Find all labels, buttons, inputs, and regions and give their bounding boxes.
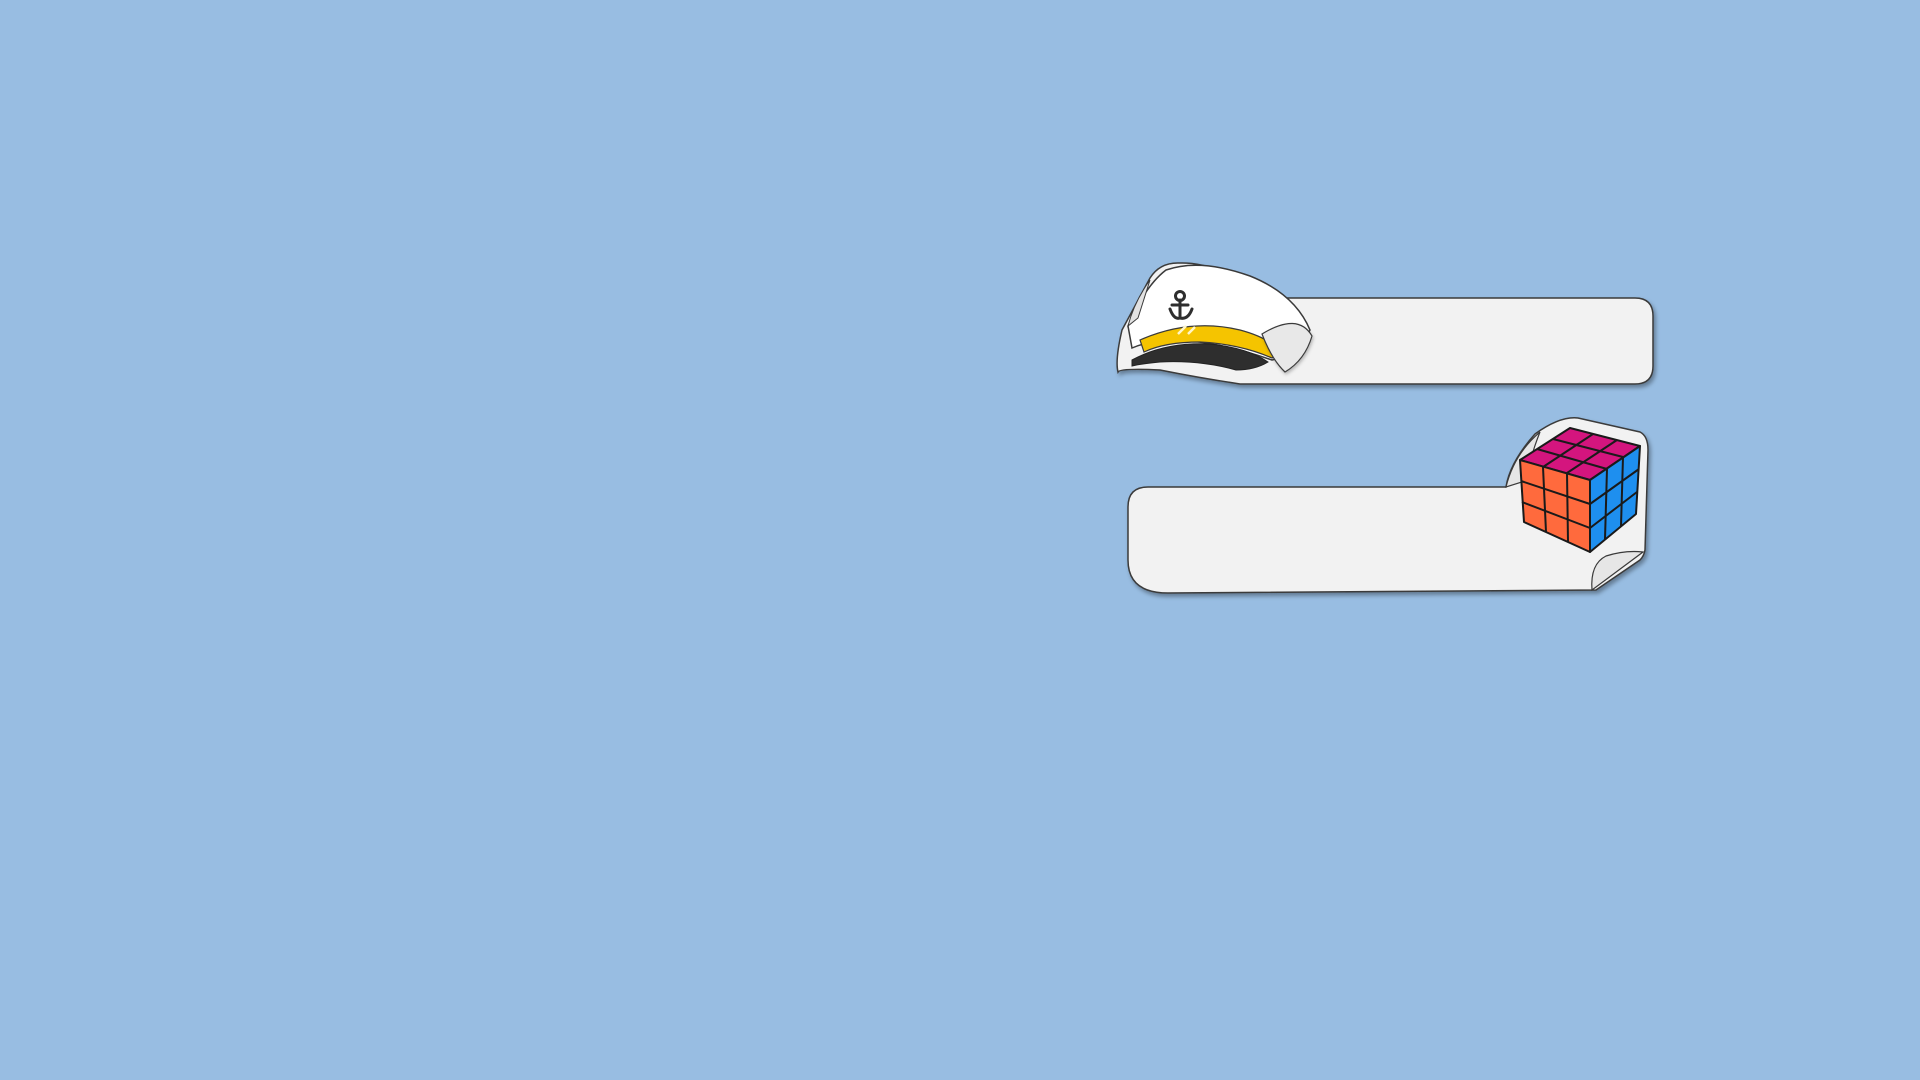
stage [0,0,1920,1080]
canvas [0,0,1920,1080]
